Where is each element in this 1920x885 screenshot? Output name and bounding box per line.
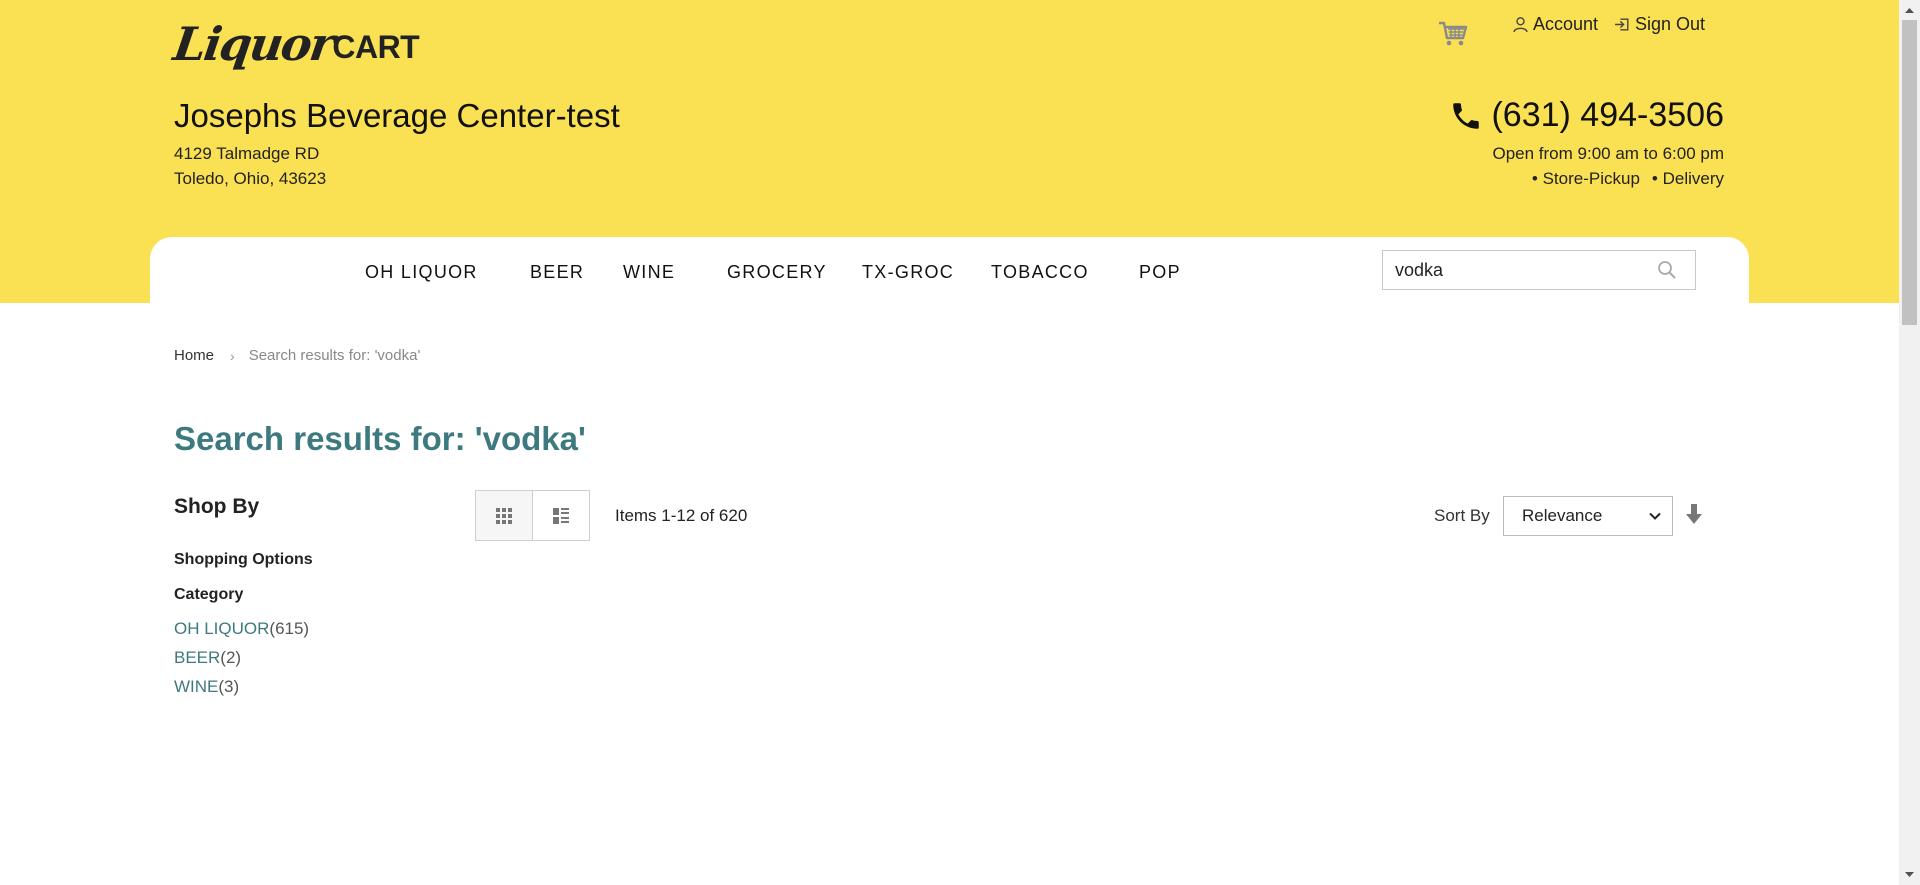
store-address-line2: Toledo, Ohio, 43623 xyxy=(174,169,327,188)
shopping-options-heading: Shopping Options xyxy=(174,551,313,568)
breadcrumb-current: Search results for: 'vodka' xyxy=(248,347,421,364)
category-filter-link[interactable]: OH LIQUOR xyxy=(174,619,269,638)
scroll-up-arrow-icon[interactable] xyxy=(1904,5,1915,16)
category-filter-item: WINE(3) xyxy=(174,677,239,697)
breadcrumb-home[interactable]: Home xyxy=(174,347,214,364)
store-address-line1: 4129 Talmadge RD xyxy=(174,144,320,163)
logo-script: Liquor xyxy=(170,17,337,71)
view-mode-toggle xyxy=(475,490,590,541)
grid-view-icon xyxy=(495,507,512,524)
category-filter-item: OH LIQUOR(615) xyxy=(174,619,309,639)
sort-by-label: Sort By xyxy=(1434,506,1490,525)
logo-word: CART xyxy=(332,29,420,65)
category-filter-heading[interactable]: Category xyxy=(174,586,243,604)
vertical-scrollbar[interactable] xyxy=(1899,0,1920,885)
chevron-down-icon xyxy=(1649,512,1661,520)
store-phone[interactable]: (631) 494-3506 xyxy=(1449,96,1724,135)
service-pickup: • Store-Pickup xyxy=(1531,169,1640,188)
list-view-icon xyxy=(552,507,569,524)
user-icon xyxy=(1513,17,1528,33)
search-icon[interactable] xyxy=(1657,260,1677,280)
store-name: Josephs Beverage Center-test xyxy=(174,97,620,134)
category-filter-count: (2) xyxy=(220,648,242,667)
nav-item-oh-liquor[interactable]: OH LIQUOR xyxy=(365,262,478,283)
scroll-down-arrow-icon[interactable] xyxy=(1904,869,1915,880)
account-link[interactable]: Account xyxy=(1512,14,1598,35)
scrollbar-thumb[interactable] xyxy=(1902,20,1917,325)
breadcrumb: Home › Search results for: 'vodka' xyxy=(174,347,420,364)
search-box xyxy=(1382,250,1696,290)
chevron-right-icon: › xyxy=(230,347,235,364)
shop-by-heading: Shop By xyxy=(174,495,260,518)
store-services: • Store-Pickup • Delivery xyxy=(1532,169,1724,189)
sort-by-select[interactable]: Relevance xyxy=(1503,496,1673,536)
sort-by-value: Relevance xyxy=(1522,506,1603,525)
sort-direction-icon[interactable] xyxy=(1685,503,1703,525)
category-filter-link[interactable]: WINE xyxy=(174,677,218,696)
account-label: Account xyxy=(1533,14,1599,34)
list-view-button[interactable] xyxy=(533,491,590,540)
search-input[interactable] xyxy=(1383,251,1643,289)
grid-view-button[interactable] xyxy=(476,491,533,540)
page-title: Search results for: 'vodka' xyxy=(174,420,586,457)
category-filter-count: (615) xyxy=(269,619,310,638)
category-filter-count: (3) xyxy=(218,677,240,696)
store-hours: Open from 9:00 am to 6:00 pm xyxy=(1492,144,1724,163)
sign-out-label: Sign Out xyxy=(1635,14,1706,34)
nav-item-tx-groc[interactable]: TX-GROC xyxy=(862,262,954,283)
sign-out-icon xyxy=(1615,18,1629,31)
service-delivery: • Delivery xyxy=(1651,169,1724,188)
liquorcart-logo[interactable]: Liquor CART xyxy=(170,10,420,71)
nav-item-pop[interactable]: POP xyxy=(1139,262,1181,283)
nav-item-grocery[interactable]: GROCERY xyxy=(727,262,827,283)
phone-number: (631) 494-3506 xyxy=(1491,96,1724,134)
sign-out-link[interactable]: Sign Out xyxy=(1614,14,1705,35)
cart-icon[interactable] xyxy=(1437,17,1469,49)
category-filter-item: BEER(2) xyxy=(174,648,241,668)
phone-icon xyxy=(1453,102,1480,129)
nav-item-tobacco[interactable]: TOBACCO xyxy=(991,262,1089,283)
nav-item-wine[interactable]: WINE xyxy=(623,262,675,283)
items-count: Items 1-12 of 620 xyxy=(615,506,748,525)
nav-item-beer[interactable]: BEER xyxy=(530,262,584,283)
category-filter-link[interactable]: BEER xyxy=(174,648,220,667)
